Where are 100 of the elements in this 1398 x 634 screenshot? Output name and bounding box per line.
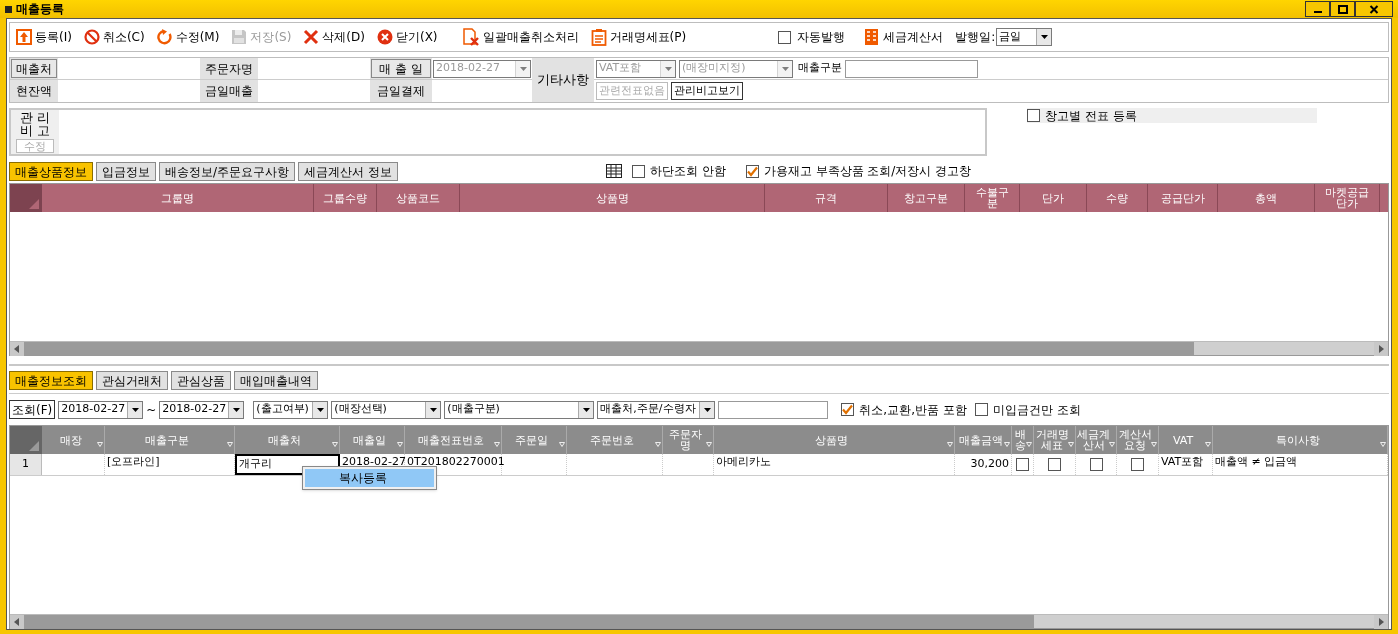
toolbar-button[interactable]: 닫기(X) [376, 28, 438, 46]
column-header[interactable]: 총액 [1218, 184, 1315, 212]
column-header[interactable]: 주문자명 [663, 426, 714, 454]
column-header[interactable]: 상품명 [714, 426, 955, 454]
toolbar-button[interactable]: 수정(M) [156, 28, 220, 46]
clipboard-icon [590, 28, 607, 46]
checkbox[interactable] [841, 403, 855, 416]
tab[interactable]: 관심상품 [171, 371, 231, 390]
toolbar-button[interactable]: 등록(I) [16, 28, 72, 46]
tab[interactable]: 매입매출내역 [234, 371, 318, 390]
sort-icon [494, 442, 500, 447]
column-header[interactable]: 그룹수량 [314, 184, 377, 212]
checkbox-label: 자동발행 [797, 29, 846, 46]
toolbar-button[interactable]: 일괄매출취소처리 [461, 28, 579, 46]
column-header[interactable]: 매출일 [340, 426, 405, 454]
table-cell: [오프라인] [105, 454, 235, 475]
column-header[interactable]: 세금계산서 [1076, 426, 1117, 454]
tab[interactable]: 매출정보조회 [9, 371, 93, 390]
checkbox[interactable] [1048, 458, 1061, 471]
dropdown[interactable]: (매출구분) [444, 400, 595, 419]
column-header[interactable]: VAT [1159, 426, 1213, 454]
floppy-icon [231, 29, 248, 45]
scrollbar-thumb[interactable] [24, 615, 1034, 628]
grid-icon [605, 164, 622, 178]
window-title: 매출등록 [16, 1, 64, 18]
sort-icon [1151, 442, 1157, 447]
minimize-icon[interactable] [1305, 1, 1330, 17]
dropdown[interactable]: (매장선택) [331, 400, 442, 419]
checkbox-label: 취소,교환,반품 포함 [859, 401, 967, 419]
column-header[interactable]: 상품코드 [377, 184, 460, 212]
checkbox[interactable] [1016, 458, 1029, 471]
field-label: 매출구분 [798, 60, 842, 77]
tab[interactable]: 관심거래처 [96, 371, 168, 390]
column-header[interactable]: 주문번호 [567, 426, 663, 454]
column-header[interactable]: 그룹명 [42, 184, 314, 212]
sort-icon [97, 442, 103, 447]
dropdown[interactable]: 2018-02-27 [58, 400, 144, 419]
tab[interactable]: 세금계산서 정보 [298, 161, 398, 181]
toolbar-button[interactable]: 거래명세표(P) [590, 28, 687, 46]
column-header[interactable]: 매출구분 [105, 426, 235, 454]
checkbox[interactable] [778, 30, 792, 44]
toolbar-button[interactable]: 삭제(D) [303, 28, 365, 46]
tab[interactable]: 매출상품정보 [9, 161, 93, 181]
checkbox[interactable] [1089, 458, 1103, 471]
checkbox[interactable] [974, 403, 988, 416]
column-header[interactable]: 수불구분 [965, 184, 1020, 212]
scrollbar-thumb[interactable] [24, 342, 1194, 355]
column-header[interactable]: 매출금액 [955, 426, 1012, 454]
search-field[interactable] [718, 400, 829, 419]
dropdown[interactable]: 매출처,주문/수령자 [597, 400, 716, 419]
search-button[interactable]: 조회(F) [9, 400, 56, 419]
column-header[interactable]: 상품명 [460, 184, 765, 212]
column-header[interactable]: 수량 [1087, 184, 1148, 212]
column-header[interactable]: 창고구분 [888, 184, 965, 212]
column-header[interactable]: 규격 [765, 184, 888, 212]
maximize-icon[interactable] [1330, 1, 1355, 17]
tab[interactable]: 입금정보 [96, 161, 156, 181]
table-cell: 매출액 ≠ 입금액 [1213, 454, 1388, 475]
column-header[interactable]: 매출처 [235, 426, 340, 454]
scroll-right-icon[interactable] [1374, 342, 1388, 356]
sales-type-field[interactable] [845, 59, 978, 78]
window-square-icon [5, 5, 12, 13]
upload-icon [16, 29, 32, 45]
dropdown[interactable]: (출고여부) [253, 400, 329, 419]
column-header[interactable]: 매출전표번호 [405, 426, 502, 454]
toolbar-button[interactable]: 취소(C) [83, 28, 145, 46]
checkbox-label: 하단조회 안함 [649, 163, 726, 180]
close-icon[interactable] [1355, 1, 1393, 17]
tab[interactable]: 배송정보/주문요구사항 [159, 161, 296, 181]
column-header[interactable]: 공급단가 [1148, 184, 1218, 212]
scroll-left-icon[interactable] [10, 342, 24, 356]
checkbox[interactable] [745, 164, 759, 178]
horizontal-scrollbar[interactable] [10, 614, 1388, 628]
column-header[interactable]: 매장 [42, 426, 105, 454]
scroll-right-icon[interactable] [1374, 615, 1388, 629]
sort-icon [947, 442, 953, 447]
column-header[interactable]: 배송 [1012, 426, 1034, 454]
caret-icon [664, 66, 672, 71]
column-header[interactable]: 거래명세표 [1034, 426, 1076, 454]
checkbox[interactable] [1027, 109, 1040, 122]
dropdown[interactable]: 2018-02-27 [159, 400, 245, 419]
menu-item[interactable]: 복사등록 [305, 469, 434, 487]
row-number[interactable]: 1 [10, 454, 42, 475]
scroll-left-icon[interactable] [10, 615, 24, 629]
customer-button[interactable]: 매출처 [11, 59, 57, 78]
column-header[interactable]: 특이사항 [1213, 426, 1388, 454]
checkbox[interactable] [1131, 458, 1144, 471]
horizontal-scrollbar[interactable] [10, 341, 1388, 355]
column-header[interactable]: 단가 [1020, 184, 1087, 212]
column-header[interactable]: 계산서요청 [1117, 426, 1159, 454]
table-cell: 30,200 [955, 454, 1012, 475]
dropdown[interactable]: 금일 [996, 28, 1053, 46]
sort-icon [706, 442, 712, 447]
view-memo-button[interactable]: 관리비고보기 [671, 82, 743, 100]
field-label: 기타사항 [532, 58, 594, 102]
checkbox[interactable] [631, 164, 645, 178]
caret-icon [316, 407, 324, 412]
document-cross-icon [461, 28, 480, 46]
column-header[interactable]: 마켓공급단가 [1315, 184, 1380, 212]
column-header[interactable]: 주문일 [502, 426, 567, 454]
